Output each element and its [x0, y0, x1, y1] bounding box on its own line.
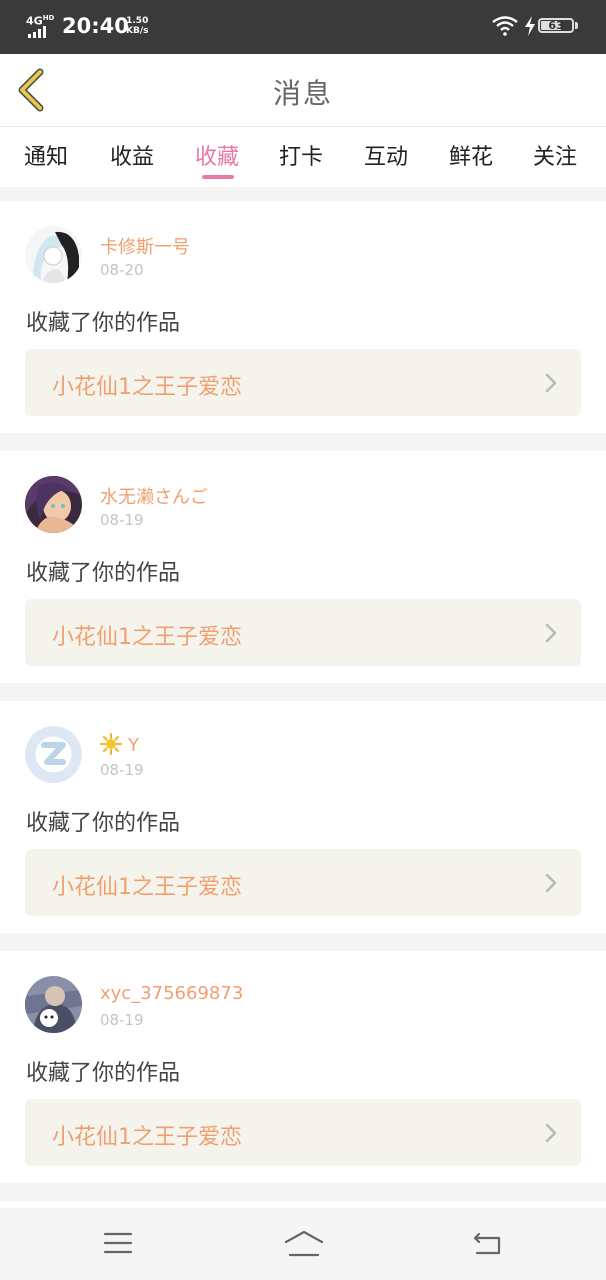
tab-following[interactable]: 关注 — [533, 139, 577, 171]
network-speed: 1.50 KB/s — [126, 16, 148, 36]
header: 消息 — [0, 54, 606, 126]
network-indicator: 4GHD — [26, 13, 54, 27]
network-hd: HD — [42, 14, 55, 22]
chevron-right-icon — [545, 373, 557, 393]
work-title: 小花仙1之王子爱恋 — [52, 1125, 242, 1150]
speed-value: 1.50 — [126, 16, 149, 26]
notification-text: 收藏了你的作品 — [26, 1061, 181, 1086]
work-link[interactable]: 小花仙1之王子爱恋 — [25, 1099, 581, 1166]
sun-icon — [100, 733, 122, 755]
work-link[interactable]: 小花仙1之王子爱恋 — [25, 349, 581, 416]
battery-level: 63 — [548, 19, 564, 32]
notification-date: 08-19 — [100, 761, 144, 779]
work-link[interactable]: 小花仙1之王子爱恋 — [25, 599, 581, 666]
tab-bar: 通知 收益 收藏 打卡 互动 鲜花 关注 — [0, 127, 606, 187]
work-title: 小花仙1之王子爱恋 — [52, 375, 242, 400]
work-title: 小花仙1之王子爱恋 — [52, 625, 242, 650]
charging-icon — [525, 16, 535, 36]
username[interactable]: xyc_375669873 — [100, 983, 243, 1004]
tab-earnings[interactable]: 收益 — [110, 139, 154, 171]
notification-date: 08-19 — [100, 1011, 144, 1029]
chevron-right-icon — [545, 623, 557, 643]
work-title: 小花仙1之王子爱恋 — [52, 875, 242, 900]
notification-card: 卡修斯一号 08-20 收藏了你的作品 小花仙1之王子爱恋 — [0, 201, 606, 433]
page-title: 消息 — [272, 77, 333, 110]
notification-card-partial — [0, 1201, 606, 1208]
home-icon[interactable] — [284, 1230, 324, 1258]
username-with-emoji: Y — [100, 733, 139, 756]
tab-interaction[interactable]: 互动 — [364, 139, 408, 171]
tab-checkin[interactable]: 打卡 — [279, 139, 323, 171]
notification-card: Y 08-19 收藏了你的作品 小花仙1之王子爱恋 — [0, 701, 606, 933]
menu-icon[interactable] — [103, 1230, 133, 1256]
signal-icon — [28, 26, 50, 38]
tab-flowers[interactable]: 鲜花 — [449, 139, 493, 171]
back-arrow-icon[interactable] — [473, 1230, 503, 1256]
clock: 20:40 — [62, 14, 129, 38]
speed-unit: KB/s — [126, 26, 149, 36]
status-bar: 4GHD 20:40 1.50 KB/s 63 — [0, 0, 606, 54]
notification-text: 收藏了你的作品 — [26, 561, 181, 586]
notification-date: 08-20 — [100, 261, 144, 279]
tab-favorites[interactable]: 收藏 — [195, 139, 239, 171]
battery-icon: 63 — [538, 18, 574, 33]
avatar[interactable] — [25, 726, 82, 783]
tab-notifications[interactable]: 通知 — [24, 139, 68, 171]
username[interactable]: 卡修斯一号 — [100, 233, 190, 259]
notification-date: 08-19 — [100, 511, 144, 529]
notification-card: 水无濑さんご 08-19 收藏了你的作品 小花仙1之王子爱恋 — [0, 451, 606, 683]
notification-text: 收藏了你的作品 — [26, 311, 181, 336]
system-nav-bar — [0, 1208, 606, 1280]
notification-text: 收藏了你的作品 — [26, 811, 181, 836]
wifi-icon — [492, 16, 518, 36]
active-tab-indicator — [202, 175, 234, 179]
username[interactable]: 水无濑さんご — [100, 483, 208, 509]
avatar[interactable] — [25, 976, 82, 1033]
notification-card: xyc_375669873 08-19 收藏了你的作品 小花仙1之王子爱恋 — [0, 951, 606, 1183]
avatar[interactable] — [25, 476, 82, 533]
chevron-right-icon — [545, 873, 557, 893]
avatar[interactable] — [25, 226, 82, 283]
work-link[interactable]: 小花仙1之王子爱恋 — [25, 849, 581, 916]
username[interactable]: Y — [128, 735, 139, 756]
chevron-right-icon — [545, 1123, 557, 1143]
